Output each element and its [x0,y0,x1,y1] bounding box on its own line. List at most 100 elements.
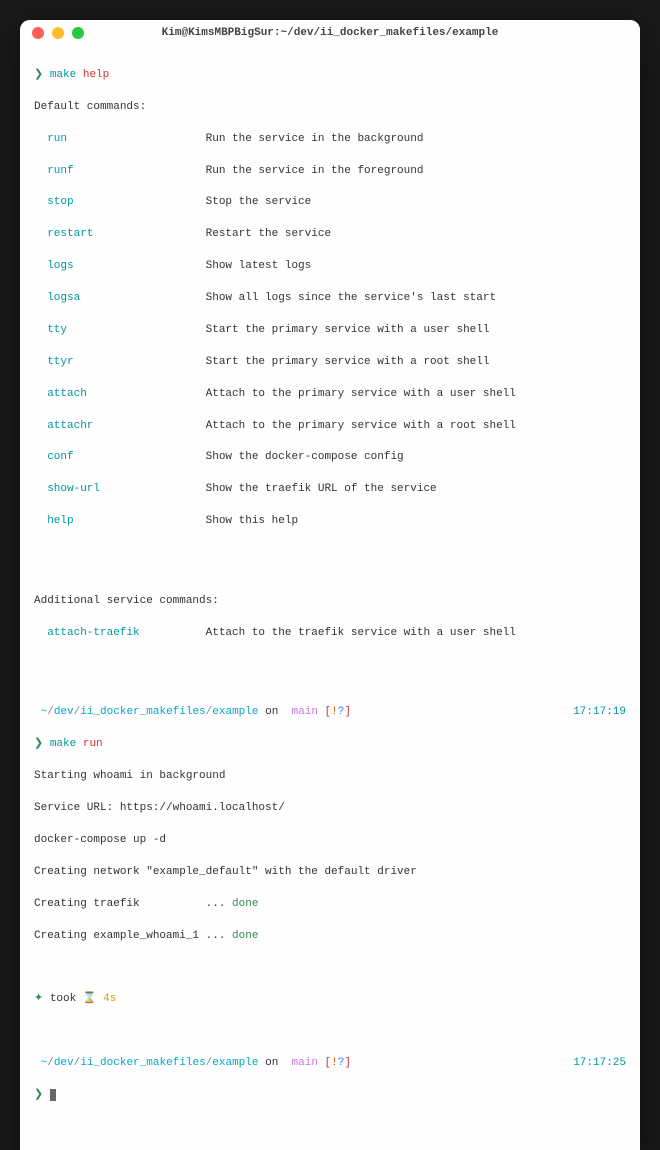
help-row: logsaShow all logs since the service's l… [34,291,626,307]
flag-q: ? [338,706,345,718]
star-icon: ✦ [34,993,43,1005]
out-l6: Creating example_whoami_1 ... done [34,929,626,945]
help-cmd-name: tty [34,323,206,339]
help-cmd-desc: Show this help [206,515,298,527]
help-additional-list: attach-traefikAttach to the traefik serv… [34,626,626,658]
path-sub: example [212,1057,258,1069]
help-header: Default commands: [34,100,626,116]
path-proj: ii_docker_makefiles [80,706,205,718]
help-cmd-name: attach-traefik [34,626,206,642]
help-cmd-name: runf [34,164,206,180]
help-row: helpShow this help [34,514,626,530]
prompt-line-2: ❯ make run [34,737,626,753]
help-row: restartRestart the service [34,227,626,243]
hourglass-icon: ⌛ [83,993,97,1005]
out-l2: Service URL: https://whoami.localhost/ [34,801,626,817]
cmd-arg-help: help [83,69,109,81]
blank [34,674,626,690]
help-row: runfRun the service in the foreground [34,164,626,180]
blank [34,960,626,976]
terminal-window: Kim@KimsMBPBigSur:~/dev/ii_docker_makefi… [20,20,640,1150]
ps1-line-a: ~/dev/ii_docker_makefiles/example on mai… [34,705,626,721]
help-cmd-desc: Attach to the traefik service with a use… [206,627,516,639]
cmd-arg-run: run [83,738,103,750]
flags-open: [ [325,706,332,718]
traffic-lights [32,27,84,39]
flags-close: ] [344,1057,351,1069]
ps1-line-b: ~/dev/ii_docker_makefiles/example on mai… [34,1056,626,1072]
path-sep: / [47,706,54,718]
cursor-icon [50,1089,57,1101]
flag-q: ? [338,1057,345,1069]
on-label: on [265,706,278,718]
help-row: ttyStart the primary service with a user… [34,323,626,339]
help-cmd-name: attach [34,387,206,403]
help-cmd-desc: Attach to the primary service with a use… [206,388,516,400]
out-l4: Creating network "example_default" with … [34,865,626,881]
on-label: on [265,1057,278,1069]
flags-open: [ [325,1057,332,1069]
prompt-marker: ❯ [34,1089,43,1101]
out-l6a: Creating example_whoami_1 ... [34,930,225,942]
flag-bang: ! [331,706,338,718]
help-cmd-name: stop [34,195,206,211]
flag-bang: ! [331,1057,338,1069]
help-cmd-desc: Attach to the primary service with a roo… [206,420,516,432]
path-sep: / [206,706,213,718]
help-cmd-desc: Show the traefik URL of the service [206,483,437,495]
help-cmd-desc: Run the service in the background [206,133,424,145]
path-tilde: ~ [41,1057,48,1069]
path-sep: / [47,1057,54,1069]
blank [34,1024,626,1040]
help-cmd-name: restart [34,227,206,243]
help-row: ttyrStart the primary service with a roo… [34,355,626,371]
help-default-list: runRun the service in the background run… [34,132,626,546]
cmd-make: make [50,738,76,750]
path-tilde: ~ [41,706,48,718]
help-header2: Additional service commands: [34,594,626,610]
help-cmd-desc: Start the primary service with a user sh… [206,324,490,336]
help-cmd-name: attachr [34,419,206,435]
zoom-icon[interactable] [72,27,84,39]
help-cmd-desc: Show latest logs [206,260,312,272]
help-row: attach-traefikAttach to the traefik serv… [34,626,626,642]
git-branch: main [292,1057,318,1069]
path-sep: / [74,706,81,718]
help-row: confShow the docker-compose config [34,450,626,466]
path-dev: dev [54,706,74,718]
help-row: stopStop the service [34,195,626,211]
help-cmd-name: logsa [34,291,206,307]
help-cmd-name: conf [34,450,206,466]
help-cmd-desc: Show the docker-compose config [206,451,404,463]
took-label: took [50,993,76,1005]
help-row: logsShow latest logs [34,259,626,275]
close-icon[interactable] [32,27,44,39]
prompt-marker: ❯ [34,738,43,750]
path-sep: / [74,1057,81,1069]
help-row: attachAttach to the primary service with… [34,387,626,403]
window-title: Kim@KimsMBPBigSur:~/dev/ii_docker_makefi… [20,27,640,39]
help-row: attachrAttach to the primary service wit… [34,419,626,435]
out-done: done [232,898,258,910]
help-cmd-name: show-url [34,482,206,498]
out-l5: Creating traefik ... done [34,897,626,913]
time-a: 17:17:19 [573,706,626,718]
prompt-marker: ❯ [34,69,43,81]
out-l1: Starting whoami in background [34,769,626,785]
path-sep: / [206,1057,213,1069]
flags-close: ] [344,706,351,718]
help-cmd-name: ttyr [34,355,206,371]
path-proj: ii_docker_makefiles [80,1057,205,1069]
terminal-content[interactable]: ❯ make help Default commands: runRun the… [20,46,640,1150]
path-dev: dev [54,1057,74,1069]
took-line: ✦ took ⌛ 4s [34,992,626,1008]
help-cmd-desc: Run the service in the foreground [206,165,424,177]
minimize-icon[interactable] [52,27,64,39]
help-row: runRun the service in the background [34,132,626,148]
git-branch: main [292,706,318,718]
cmd-make: make [50,69,76,81]
help-cmd-name: help [34,514,206,530]
prompt-line-1: ❯ make help [34,68,626,84]
help-cmd-desc: Start the primary service with a root sh… [206,356,490,368]
out-done: done [232,930,258,942]
